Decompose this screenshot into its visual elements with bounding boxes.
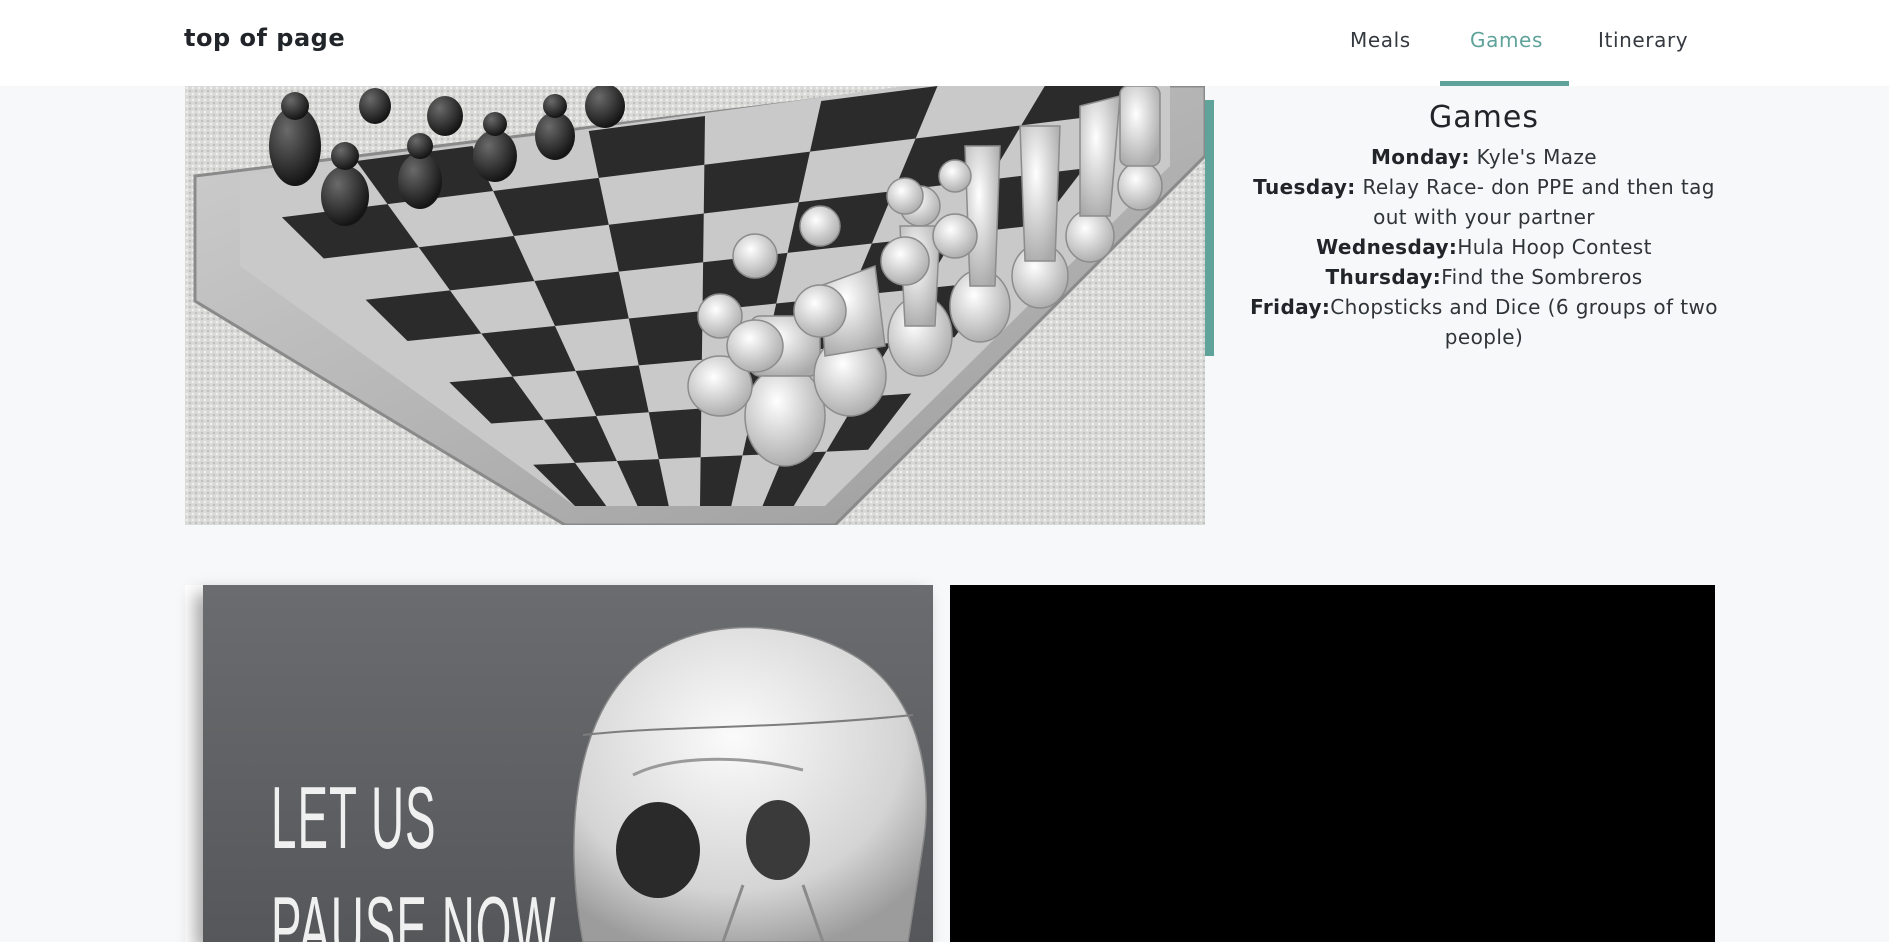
video-player[interactable] bbox=[950, 585, 1715, 942]
schedule-thursday: Thursday:Find the Sombreros bbox=[1250, 262, 1718, 292]
activity-text: Chopsticks and Dice (6 groups of two peo… bbox=[1330, 295, 1718, 349]
nav-link-meals[interactable]: Meals bbox=[1350, 28, 1411, 52]
day-label: Wednesday: bbox=[1316, 235, 1458, 259]
day-label: Monday: bbox=[1370, 145, 1470, 169]
schedule-wednesday: Wednesday:Hula Hoop Contest bbox=[1250, 232, 1718, 262]
nav-active-indicator bbox=[1440, 81, 1569, 86]
activity-text: Find the Sombreros bbox=[1441, 265, 1643, 289]
activity-text: Hula Hoop Contest bbox=[1457, 235, 1652, 259]
games-section: Games Monday: Kyle's Maze Tuesday: Relay… bbox=[1250, 96, 1718, 352]
schedule-monday: Monday: Kyle's Maze bbox=[1250, 142, 1718, 172]
nav-link-games[interactable]: Games bbox=[1470, 28, 1543, 52]
games-title: Games bbox=[1429, 100, 1539, 135]
day-label: Friday: bbox=[1250, 295, 1331, 319]
day-label: Thursday: bbox=[1325, 265, 1442, 289]
games-accent-bar bbox=[1205, 100, 1214, 356]
brand-link[interactable]: top of page bbox=[184, 24, 345, 52]
poster-line-2: PAUSE NOW bbox=[271, 878, 557, 942]
navbar: top of page Meals Games Itinerary bbox=[0, 0, 1889, 86]
nav-link-itinerary[interactable]: Itinerary bbox=[1598, 28, 1688, 52]
chess-board-image bbox=[185, 86, 1205, 525]
activity-text: Kyle's Maze bbox=[1469, 145, 1598, 169]
poster-line-1: LET US bbox=[271, 768, 437, 867]
day-label: Tuesday: bbox=[1253, 175, 1356, 199]
schedule-friday: Friday:Chopsticks and Dice (6 groups of … bbox=[1250, 292, 1718, 352]
pause-poster-image: LET US PAUSE NOW bbox=[203, 585, 933, 942]
activity-text: Relay Race- don PPE and then tag out wit… bbox=[1355, 175, 1715, 229]
schedule-tuesday: Tuesday: Relay Race- don PPE and then ta… bbox=[1250, 172, 1718, 232]
poster-text: LET US PAUSE NOW bbox=[271, 763, 557, 942]
